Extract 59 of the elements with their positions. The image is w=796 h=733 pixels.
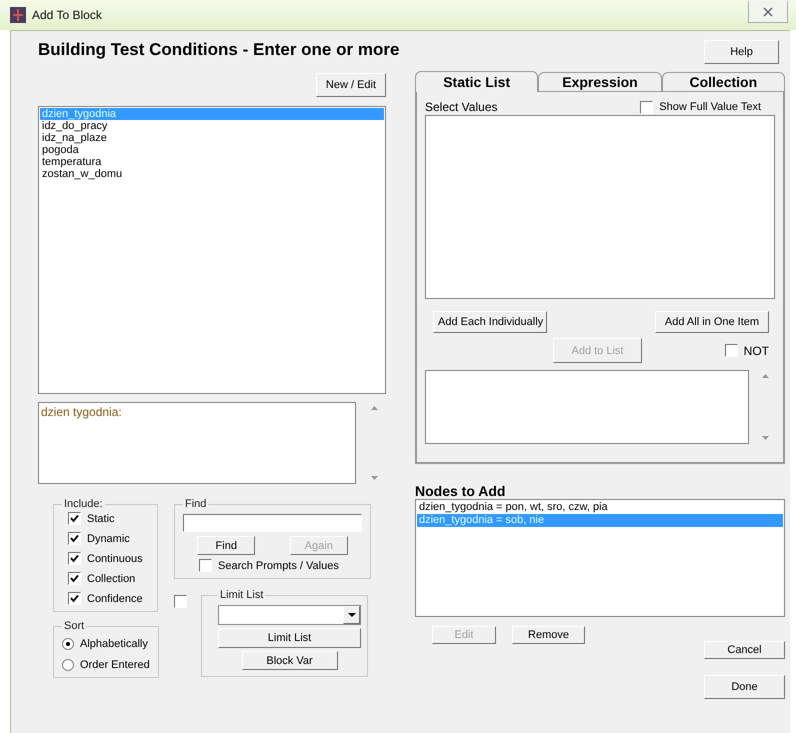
tab[interactable]: Expression bbox=[538, 72, 662, 92]
scroll-down-icon[interactable] bbox=[370, 476, 378, 480]
window-title: Add To Block bbox=[32, 8, 103, 22]
checkbox-label: Search Prompts / Values bbox=[218, 560, 339, 572]
group-title: Limit List bbox=[219, 589, 264, 601]
list-item[interactable]: temperatura bbox=[40, 156, 384, 168]
scroll-up-icon[interactable] bbox=[370, 406, 378, 410]
checkbox[interactable] bbox=[640, 100, 654, 114]
checkbox[interactable] bbox=[724, 344, 738, 357]
radio-label: Alphabetically bbox=[80, 638, 148, 650]
tab[interactable]: Static List bbox=[415, 71, 538, 92]
tab[interactable]: Collection bbox=[662, 72, 785, 92]
scroll-up-icon[interactable] bbox=[762, 374, 768, 378]
checkbox[interactable] bbox=[68, 552, 81, 565]
close-button[interactable] bbox=[748, 1, 788, 23]
checkbox[interactable] bbox=[68, 512, 81, 525]
add-each-button[interactable]: Add Each Individually bbox=[433, 311, 547, 333]
remove-button[interactable]: Remove bbox=[512, 626, 585, 644]
checkbox[interactable] bbox=[68, 572, 81, 585]
add-all-button[interactable]: Add All in One Item bbox=[655, 311, 769, 333]
description-box: dzien tygodnia: bbox=[38, 402, 356, 484]
select-values-label: Select Values bbox=[425, 100, 498, 114]
cancel-button[interactable]: Cancel bbox=[704, 641, 785, 659]
new-edit-button[interactable]: New / Edit bbox=[316, 73, 386, 97]
scroll-down-icon[interactable] bbox=[762, 436, 768, 440]
checkbox-label: Dynamic bbox=[87, 532, 130, 544]
checkbox[interactable] bbox=[68, 532, 81, 545]
checkbox[interactable] bbox=[174, 595, 187, 608]
list-item[interactable]: dzien_tygodnia = pon, wt, sro, czw, pia bbox=[417, 501, 783, 514]
checkbox-label: NOT bbox=[744, 344, 769, 358]
list-item[interactable]: zostan_w_domu bbox=[40, 168, 384, 180]
checkbox-label: Show Full Value Text bbox=[659, 101, 761, 113]
group-title: Sort bbox=[63, 620, 86, 632]
section-title: Nodes to Add bbox=[415, 483, 506, 499]
close-icon bbox=[763, 6, 773, 16]
help-button[interactable]: Help bbox=[704, 40, 779, 64]
group-title: Find bbox=[184, 498, 208, 510]
radio-label: Order Entered bbox=[80, 659, 150, 671]
dropdown-arrow-icon bbox=[348, 613, 356, 617]
list-item[interactable]: idz_na_plaze bbox=[40, 132, 384, 144]
checkbox-label: Static bbox=[87, 512, 115, 524]
list-item[interactable]: pogoda bbox=[40, 144, 384, 156]
group-title: Include: bbox=[63, 498, 104, 510]
checkbox-label: Continuous bbox=[87, 552, 143, 564]
app-icon bbox=[10, 7, 26, 23]
radio-button[interactable] bbox=[62, 638, 74, 650]
checkbox-label: Collection bbox=[87, 572, 136, 584]
checkbox-label: Confidence bbox=[87, 592, 143, 604]
block-var-button[interactable]: Block Var bbox=[242, 651, 338, 670]
list-item[interactable]: idz_do_pracy bbox=[40, 120, 384, 132]
dialog-heading: Building Test Conditions - Enter one or more bbox=[38, 39, 400, 61]
radio-button[interactable] bbox=[62, 659, 74, 671]
checkbox[interactable] bbox=[199, 559, 212, 572]
limit-list-button[interactable]: Limit List bbox=[218, 628, 361, 648]
done-button[interactable]: Done bbox=[704, 675, 785, 699]
limit-dropdown[interactable] bbox=[218, 605, 361, 625]
find-field[interactable] bbox=[183, 514, 362, 532]
checkbox[interactable] bbox=[68, 592, 81, 605]
find-button[interactable]: Find bbox=[197, 536, 256, 555]
